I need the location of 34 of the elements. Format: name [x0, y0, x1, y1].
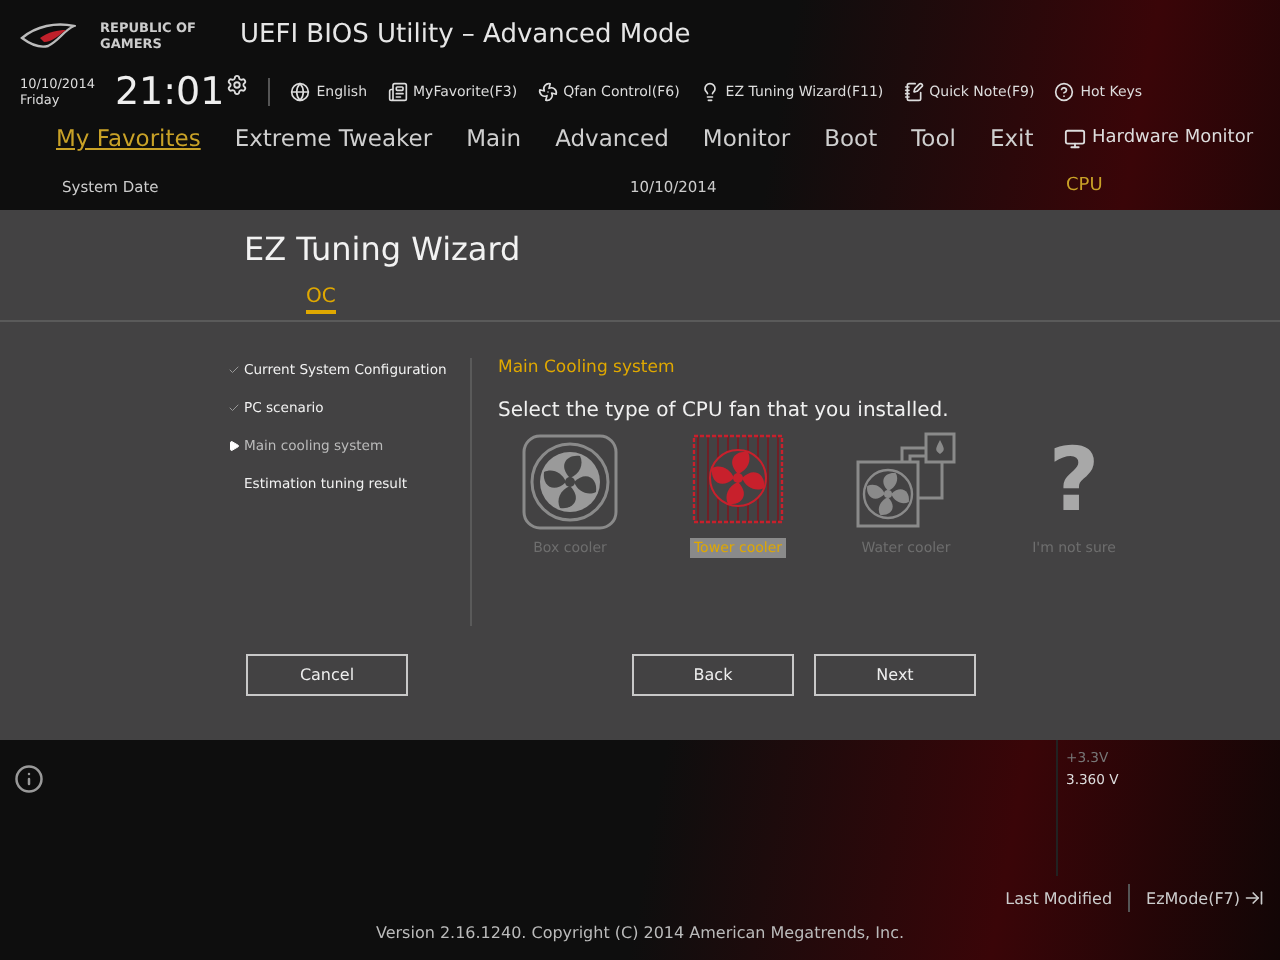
nav-tab[interactable]: My Favorites — [40, 124, 219, 152]
wizard-tab[interactable]: OC — [306, 284, 336, 314]
cpu-section-label: CPU — [1064, 176, 1105, 196]
clock-time: 21:01 — [114, 70, 225, 114]
section-title: Main Cooling system — [498, 358, 677, 378]
ez-mode-button[interactable]: EzMode(F7) — [1146, 888, 1264, 908]
nav-tab[interactable]: Extreme Tweaker — [218, 124, 451, 152]
nav-tab[interactable]: Main — [450, 124, 540, 152]
logo-icon — [20, 19, 76, 51]
nav-tab[interactable]: Advanced — [539, 124, 687, 152]
back-button[interactable]: Back — [632, 654, 794, 696]
hardware-monitor-title: Hardware Monitor — [1092, 128, 1254, 148]
settings-icon[interactable] — [226, 73, 249, 95]
dialog-title: EZ Tuning Wizard — [244, 230, 521, 268]
bulb-icon — [699, 82, 720, 102]
info-icon[interactable] — [14, 764, 44, 794]
nav-tab[interactable]: Exit — [973, 124, 1052, 152]
question-mark: ? — [1048, 430, 1100, 534]
exit-icon — [1244, 888, 1264, 908]
version-text: Version 2.16.1240. Copyright (C) 2014 American Megatrends, Inc. — [375, 924, 905, 942]
nav-tab[interactable]: Tool — [895, 124, 974, 152]
note-icon — [903, 82, 924, 102]
next-button[interactable]: Next — [814, 654, 976, 696]
window-title: UEFI BIOS Utility – Advanced Mode — [240, 20, 691, 50]
nav-tab[interactable]: Monitor — [686, 124, 809, 152]
nav-tab[interactable]: Boot — [808, 124, 896, 152]
instruction-text: Select the type of CPU fan that you installed. — [498, 400, 951, 422]
help-icon — [1054, 82, 1075, 102]
cancel-button[interactable]: Cancel — [246, 654, 408, 696]
globe-icon — [290, 82, 311, 102]
favorite-icon — [387, 82, 408, 102]
last-modified-link[interactable]: Last Modified — [1005, 889, 1113, 907]
monitor-icon — [1064, 127, 1086, 149]
fan-icon — [537, 82, 558, 102]
